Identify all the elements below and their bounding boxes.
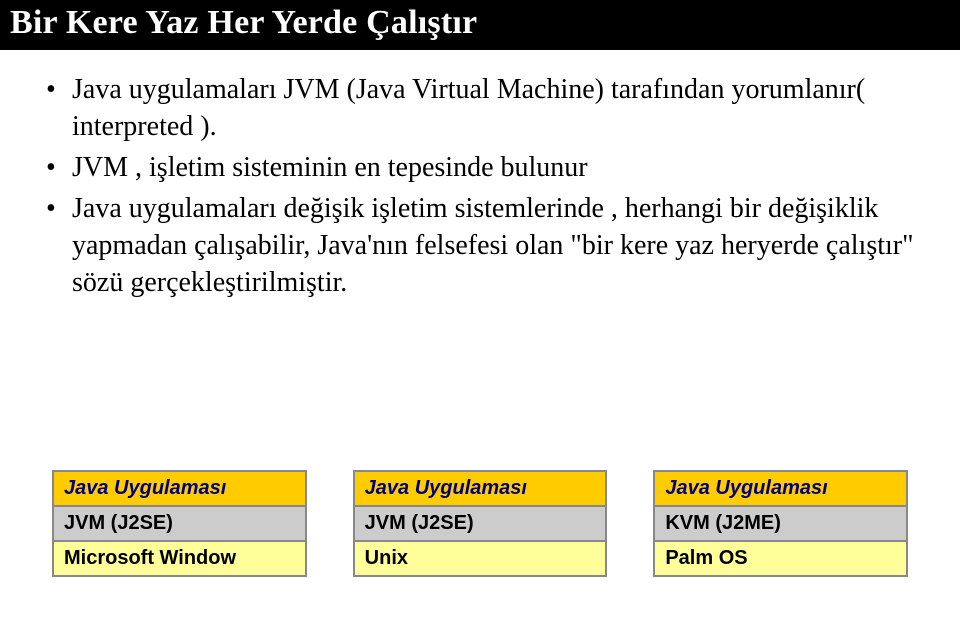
stack-os-label: Palm OS xyxy=(654,541,907,576)
platform-stack-unix: Java Uygulaması JVM (J2SE) Unix xyxy=(353,470,608,577)
stack-vm-label: KVM (J2ME) xyxy=(654,506,907,541)
stack-vm-label: JVM (J2SE) xyxy=(354,506,607,541)
platform-stack-windows: Java Uygulaması JVM (J2SE) Microsoft Win… xyxy=(52,470,307,577)
stack-vm-label: JVM (J2SE) xyxy=(53,506,306,541)
platform-stack-palm: Java Uygulaması KVM (J2ME) Palm OS xyxy=(653,470,908,577)
stack-app-label: Java Uygulaması xyxy=(53,471,306,506)
stack-os-label: Microsoft Window xyxy=(53,541,306,576)
bullet-list: Java uygulamaları JVM (Java Virtual Mach… xyxy=(44,72,916,302)
slide-body: Java uygulamaları JVM (Java Virtual Mach… xyxy=(0,50,960,302)
stack-os-label: Unix xyxy=(354,541,607,576)
bullet-item: JVM , işletim sisteminin en tepesinde bu… xyxy=(44,150,916,187)
stack-app-label: Java Uygulaması xyxy=(654,471,907,506)
stack-app-label: Java Uygulaması xyxy=(354,471,607,506)
bullet-item: Java uygulamaları JVM (Java Virtual Mach… xyxy=(44,72,916,146)
bullet-item: Java uygulamaları değişik işletim sistem… xyxy=(44,191,916,302)
platform-stacks-row: Java Uygulaması JVM (J2SE) Microsoft Win… xyxy=(52,470,908,577)
slide-title: Bir Kere Yaz Her Yerde Çalıştır xyxy=(0,0,960,50)
